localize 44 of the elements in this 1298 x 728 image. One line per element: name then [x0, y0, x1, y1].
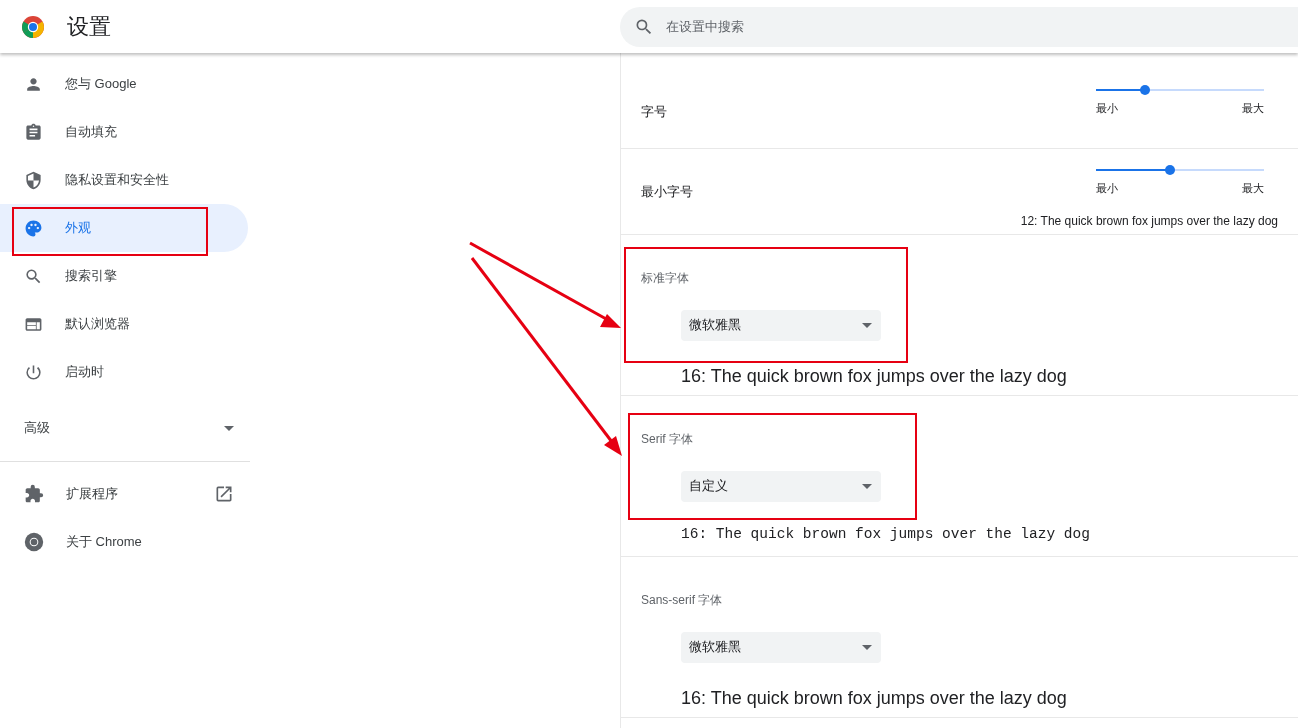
slider[interactable] [1096, 83, 1264, 97]
search-field[interactable]: 在设置中搜索 [620, 6, 1298, 47]
advanced-toggle[interactable]: 高级 [0, 404, 250, 452]
font-dropdown[interactable]: 微软雅黑 [681, 631, 881, 663]
setting-label: 字号 [641, 103, 667, 121]
min-label: 最小 [1096, 181, 1118, 196]
sidebar-item[interactable]: 启动时 [0, 348, 248, 396]
shield-icon [24, 170, 43, 190]
font-sample: 16: The quick brown fox jumps over the lazy dog [681, 524, 1091, 544]
font-sample: 16: The quick brown fox jumps over the lazy dog [681, 686, 1068, 710]
font-dropdown[interactable]: 自定义 [681, 470, 881, 502]
slider[interactable] [1096, 163, 1264, 177]
page-title: 设置 [67, 13, 111, 41]
sidebar-link[interactable]: 扩展程序 [0, 470, 250, 518]
chrome-logo [21, 14, 45, 39]
slider-thumb[interactable] [1139, 85, 1150, 95]
power-icon [24, 362, 43, 382]
font-sample: 16: The quick brown fox jumps over the lazy dog [681, 364, 1068, 388]
setting-label: Serif 字体 [641, 430, 694, 448]
sidebar-item[interactable]: 自动填充 [0, 108, 248, 156]
slider-thumb[interactable] [1164, 165, 1175, 175]
caret-icon [862, 483, 872, 489]
max-label: 最大 [1242, 101, 1264, 116]
caret-icon [224, 425, 234, 431]
sidebar-item[interactable]: 外观 [0, 204, 248, 252]
sidebar-item[interactable]: 搜索引擎 [0, 252, 248, 300]
min-label: 最小 [1096, 101, 1118, 116]
palette-icon [24, 218, 43, 238]
sidebar-item[interactable]: 隐私设置和安全性 [0, 156, 248, 204]
search-icon [24, 266, 43, 286]
caret-icon [862, 644, 872, 650]
sample-text: 12: The quick brown fox jumps over the lazy dog [1020, 212, 1278, 230]
max-label: 最大 [1242, 181, 1264, 196]
caret-icon [862, 322, 872, 328]
sidebar-item[interactable]: 默认浏览器 [0, 300, 248, 348]
sidebar-item[interactable]: 您与 Google [0, 60, 248, 108]
font-dropdown[interactable]: 微软雅黑 [681, 309, 881, 341]
chrome-logo [24, 532, 44, 552]
puzzle-icon [24, 484, 44, 504]
clipboard-icon [24, 122, 43, 142]
setting-label: 标准字体 [641, 269, 690, 287]
setting-label: 最小字号 [641, 183, 693, 201]
setting-label: Sans-serif 字体 [641, 591, 724, 609]
sidebar-link[interactable]: 关于 Chrome [0, 518, 250, 566]
